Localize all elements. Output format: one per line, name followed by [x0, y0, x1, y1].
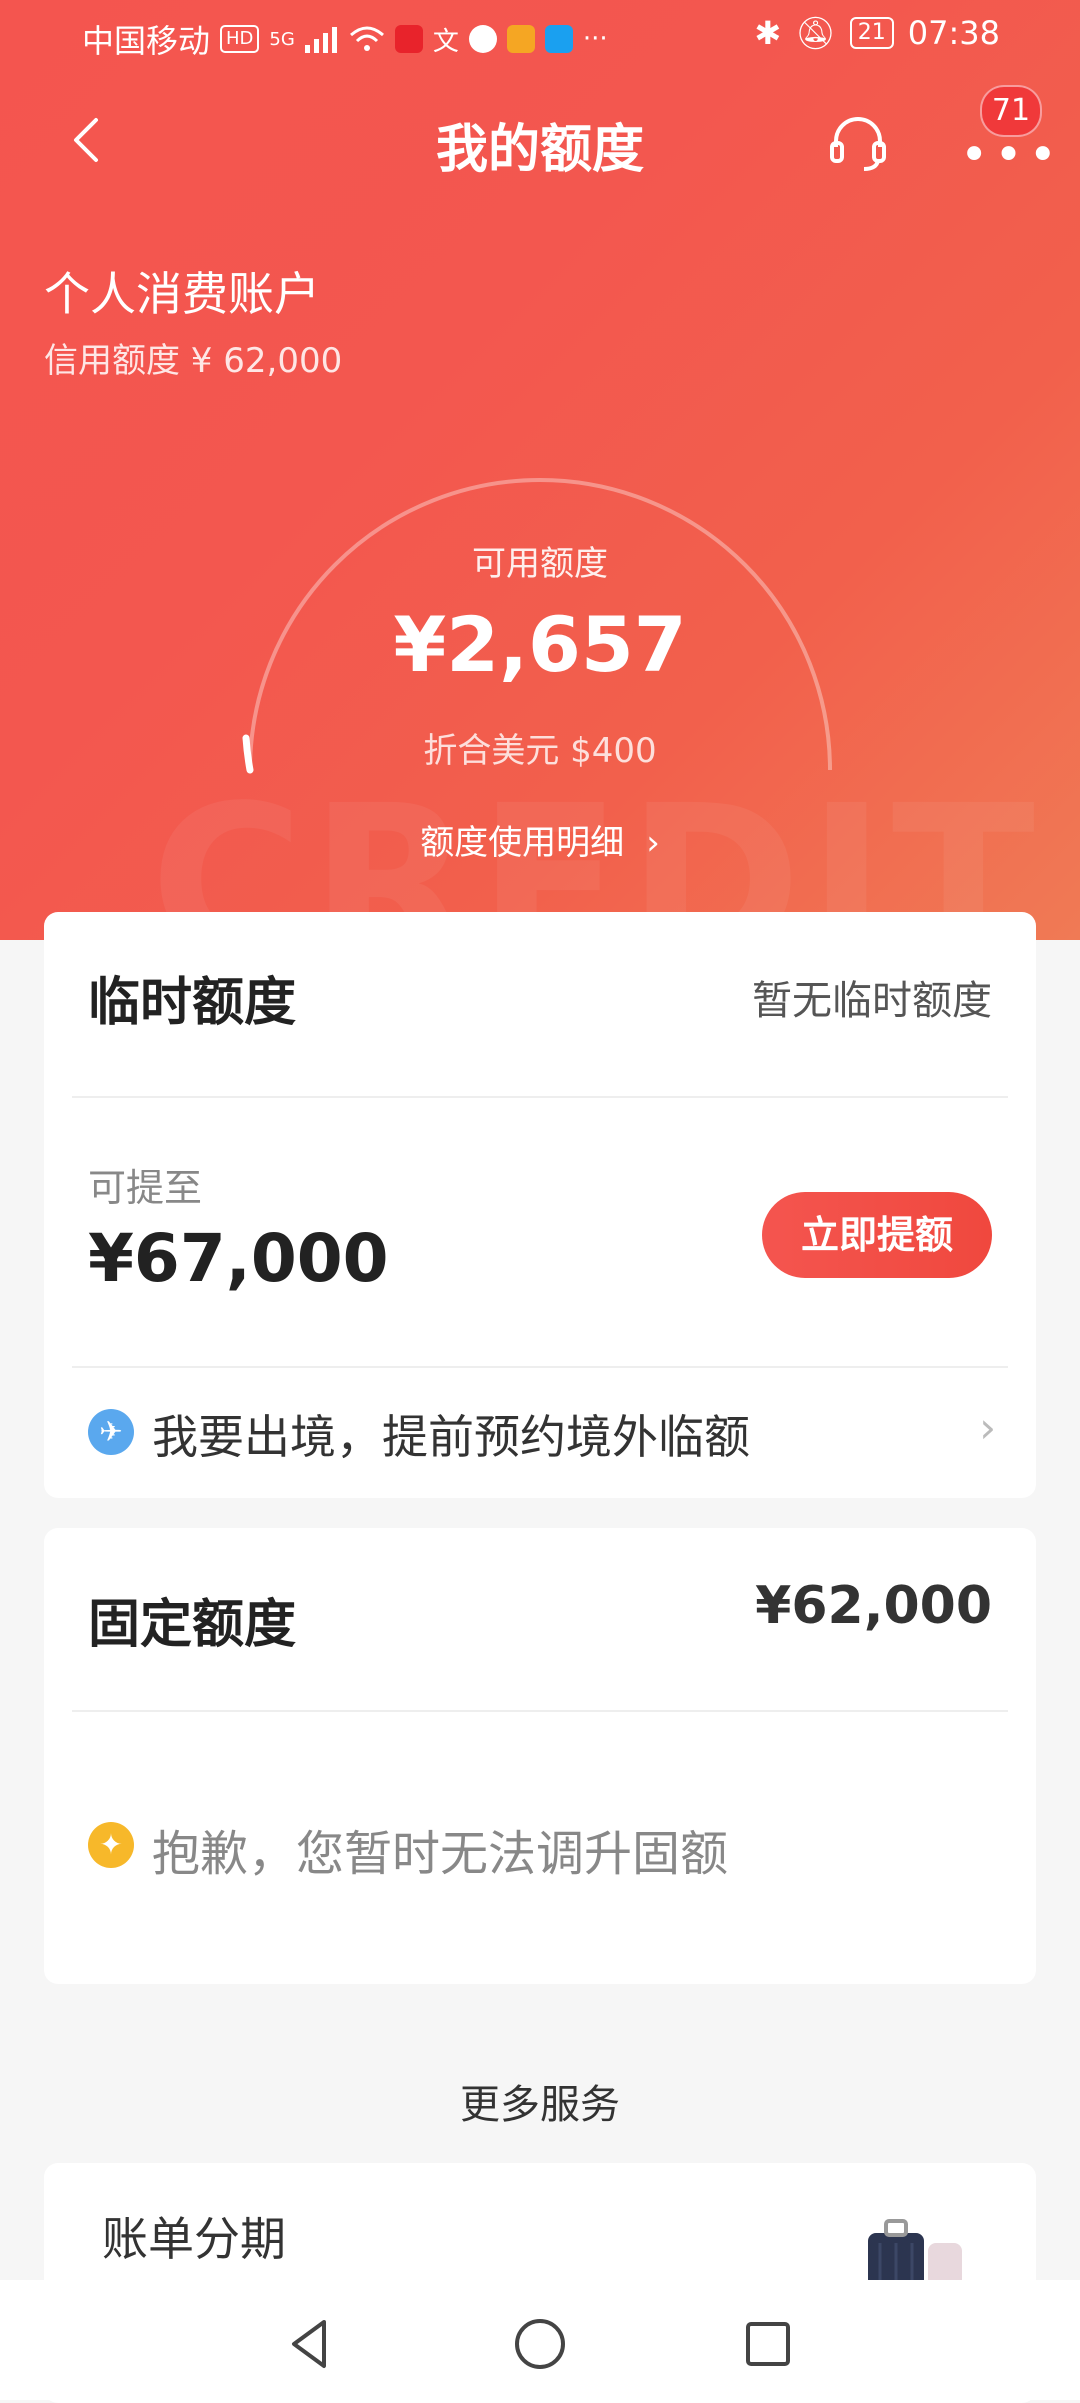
system-navigation-bar	[0, 2280, 1080, 2400]
usage-detail-link[interactable]: 额度使用明细 ›	[0, 815, 1080, 864]
mute-icon: 🔕︎	[795, 14, 836, 52]
message-badge: 71	[980, 85, 1042, 137]
app-notification-icon	[506, 25, 535, 53]
app-notification-icon	[544, 25, 573, 53]
wifi-icon	[349, 26, 384, 51]
carrier-name: 中国移动	[82, 22, 211, 60]
fixed-limit-notice-text: 抱歉，您暂时无法调升固额	[152, 1826, 729, 1882]
usd-equivalent: 折合美元 $400	[423, 731, 657, 771]
page-title: 我的额度	[435, 120, 644, 180]
battery-icon: 21	[849, 17, 894, 49]
available-amount: ¥2,657	[393, 600, 687, 689]
app-notification-icon: 文	[432, 26, 459, 57]
hero-header: CREDIT 中国移动 HD 5G 文 ··· ✱ 🔕︎ 21 07:38 我的…	[0, 0, 1080, 940]
up-to-amount: ¥67,000	[88, 1220, 389, 1297]
chevron-right-icon: ›	[979, 1403, 996, 1452]
fixed-limit-card: 固定额度 ¥62,000 ✦ 抱歉，您暂时无法调升固额	[44, 1528, 1036, 1984]
square-recents-icon[interactable]	[738, 2314, 798, 2374]
usage-detail-label: 额度使用明细	[420, 823, 625, 863]
hd-icon: HD	[220, 25, 260, 53]
available-label: 可用额度	[472, 544, 608, 584]
more-services-title: 更多服务	[460, 2082, 620, 2128]
up-to-label: 可提至	[88, 1166, 203, 1210]
triangle-back-icon[interactable]	[280, 2314, 340, 2374]
circle-home-icon[interactable]	[510, 2314, 570, 2374]
more-notifications-icon: ···	[582, 24, 608, 54]
app-notification-icon	[468, 25, 497, 53]
clock: 07:38	[907, 14, 1000, 52]
bluetooth-icon: ✱	[754, 14, 782, 52]
divider	[72, 1096, 1008, 1098]
status-bar: 中国移动 HD 5G 文 ··· ✱ 🔕︎ 21 07:38	[0, 0, 1080, 70]
plane-icon: ✈	[88, 1409, 134, 1455]
service-name: 账单分期	[102, 2212, 286, 2266]
signal-5g-icon: 5G	[269, 28, 295, 50]
top-bar: 我的额度 •••	[0, 95, 1080, 185]
account-title: 个人消费账户	[44, 267, 320, 321]
temporary-limit-card: 临时额度 暂无临时额度 可提至 ¥67,000 立即提额 ✈ 我要出境，提前预约…	[44, 912, 1036, 1498]
temp-limit-title: 临时额度	[88, 973, 297, 1033]
app-notification-icon	[394, 25, 423, 53]
chevron-right-icon: ›	[646, 823, 660, 863]
bulb-icon: ✦	[88, 1822, 134, 1868]
divider	[72, 1710, 1008, 1712]
signal-bars-icon	[304, 27, 337, 53]
raise-limit-button[interactable]: 立即提额	[762, 1192, 992, 1278]
fixed-limit-title: 固定额度	[88, 1595, 297, 1655]
temp-limit-status: 暂无临时额度	[752, 978, 992, 1024]
overseas-limit-text: 我要出境，提前预约境外临额	[152, 1410, 750, 1464]
fixed-limit-amount: ¥62,000	[755, 1576, 992, 1636]
credit-line-text: 信用额度 ¥ 62,000	[44, 341, 343, 381]
headset-icon[interactable]	[826, 109, 890, 173]
overseas-limit-row[interactable]: ✈ 我要出境，提前预约境外临额 ›	[44, 1367, 1036, 1487]
